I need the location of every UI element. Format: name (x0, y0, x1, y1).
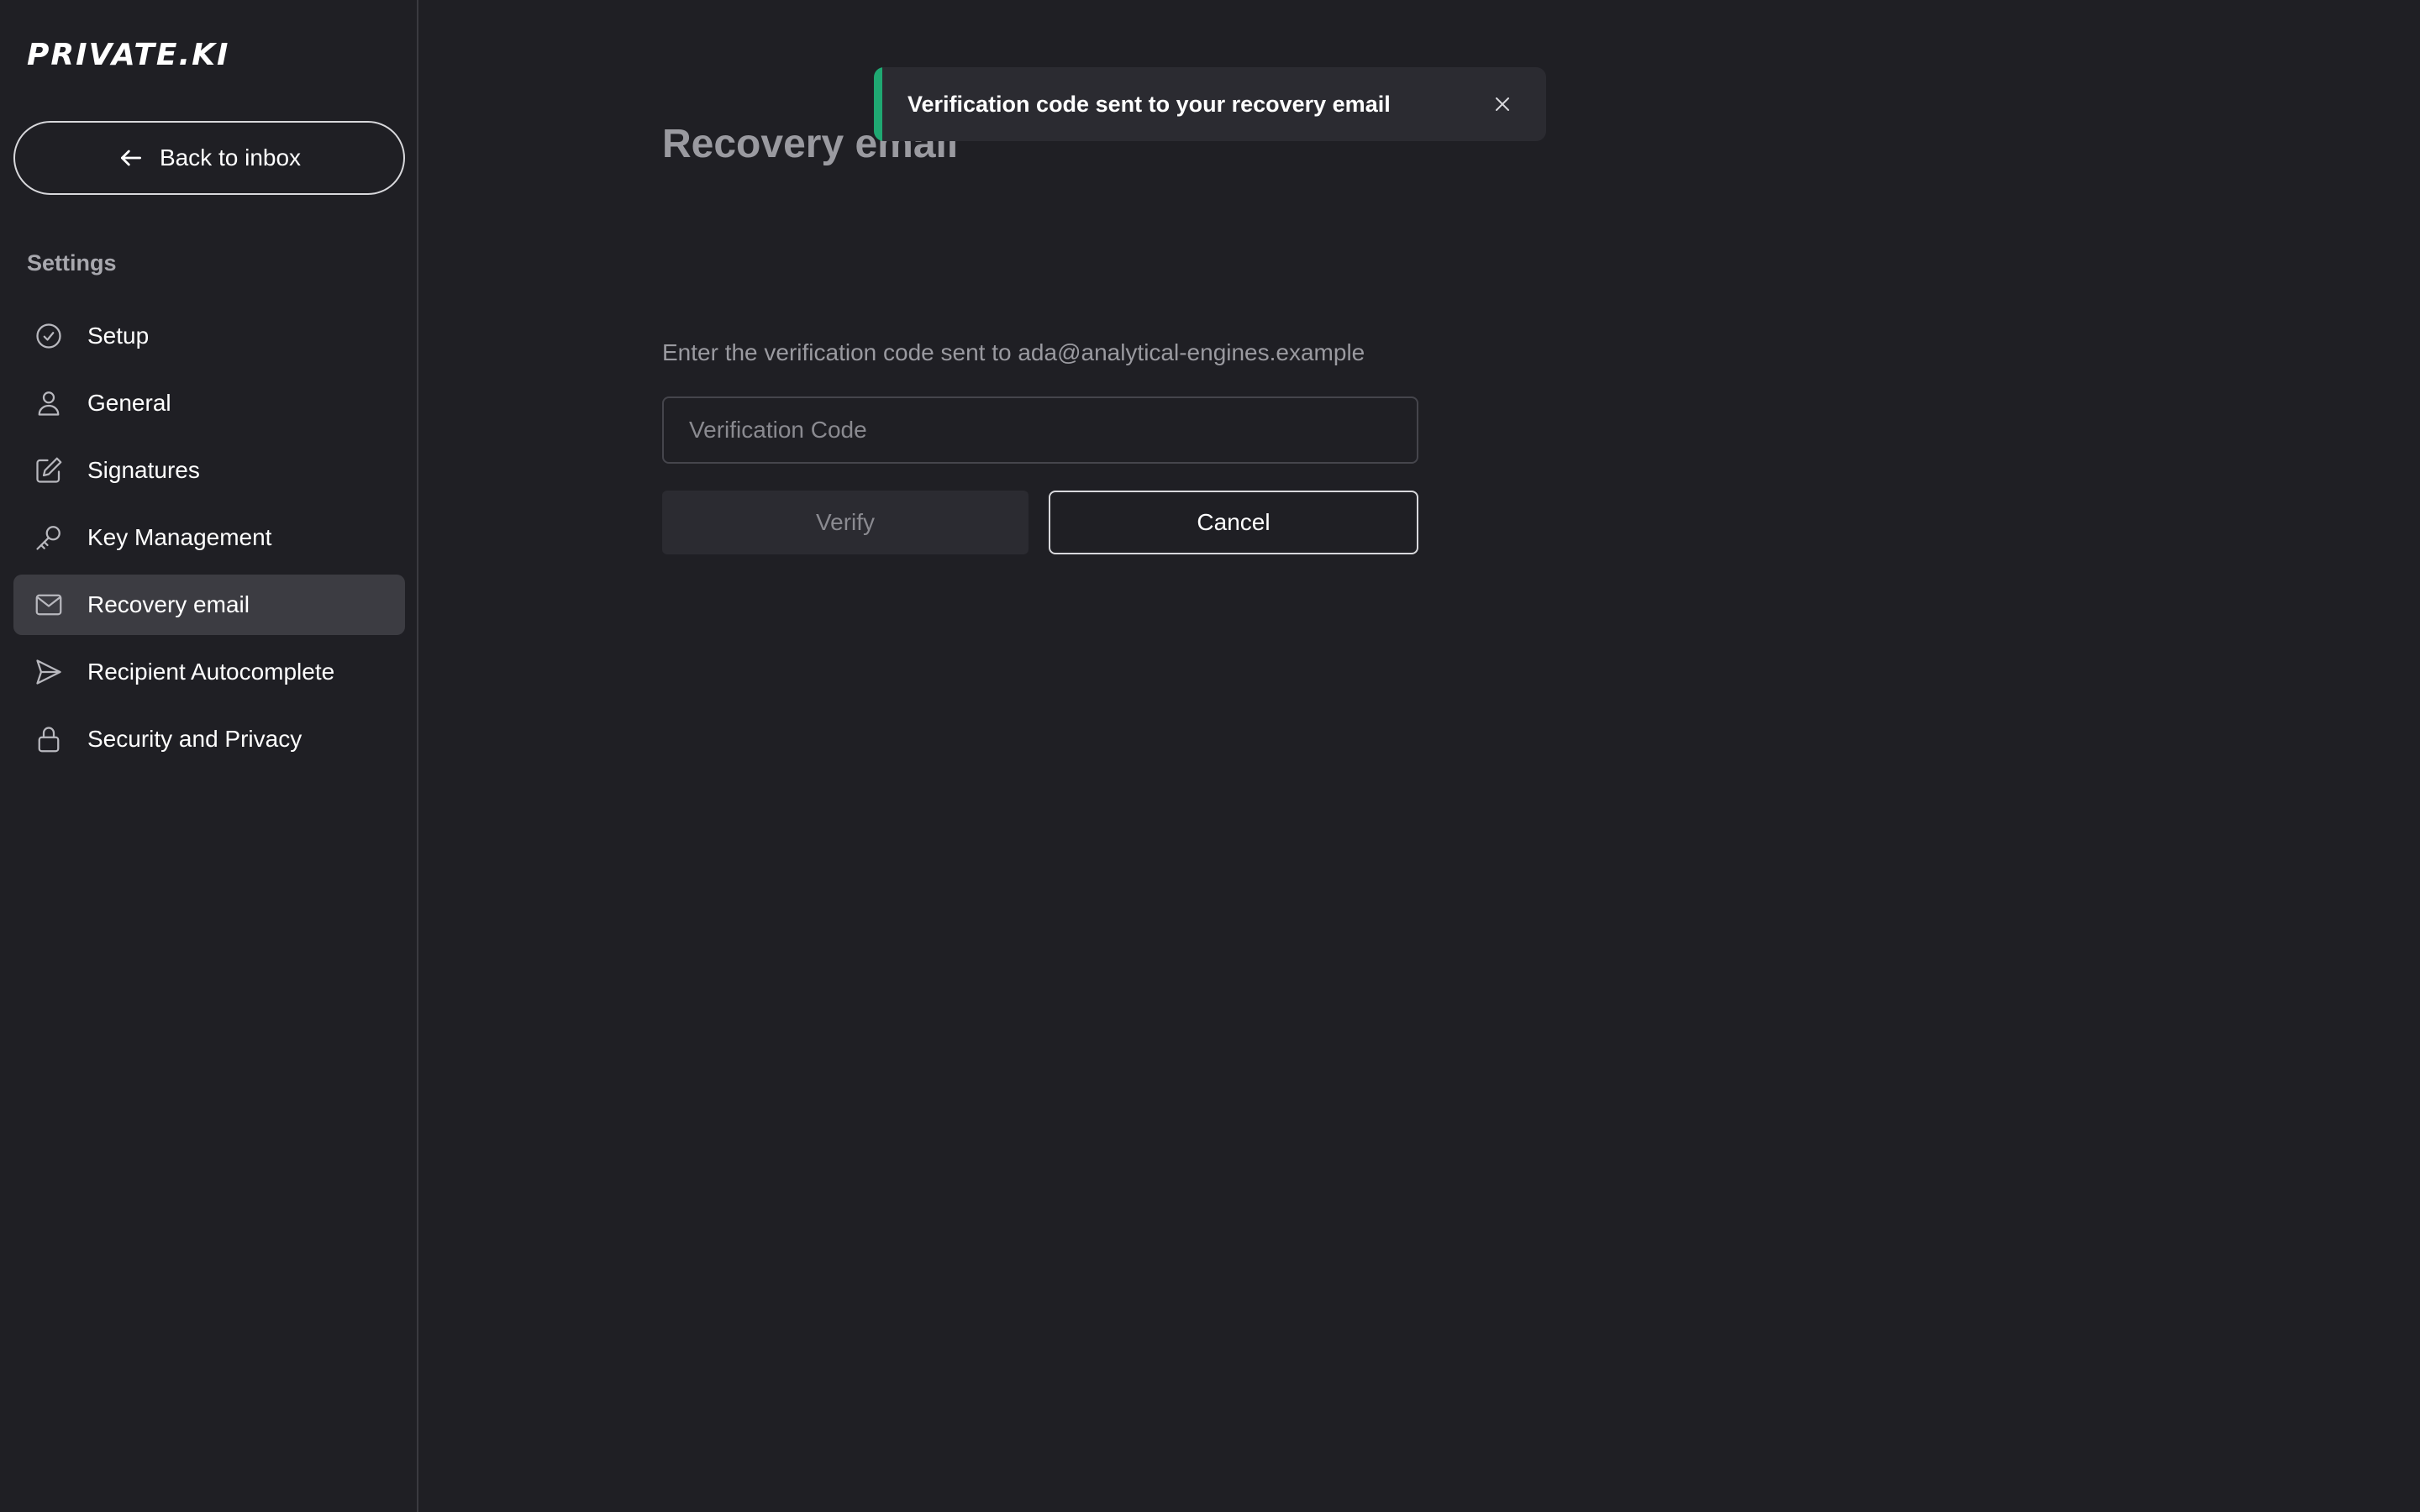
sidebar-item-label: Setup (87, 323, 150, 349)
back-to-inbox-label: Back to inbox (159, 144, 302, 171)
sidebar-item-recipient-autocomplete[interactable]: Recipient Autocomplete (13, 642, 405, 702)
sidebar-item-signatures[interactable]: Signatures (13, 440, 405, 501)
toast-accent-bar (874, 67, 882, 141)
close-icon (1496, 97, 1509, 111)
sidebar-item-security-and-privacy[interactable]: Security and Privacy (13, 709, 405, 769)
sidebar-item-label: Key Management (87, 524, 272, 550)
sidebar-item-label: Recovery email (87, 591, 250, 617)
sidebar-item-label: Security and Privacy (87, 726, 302, 752)
check-circle-icon (36, 323, 61, 349)
toast-close-button[interactable] (1489, 91, 1516, 118)
sidebar-item-label: Recipient Autocomplete (87, 659, 335, 685)
toast-notification: Verification code sent to your recovery … (874, 67, 1546, 141)
sidebar: PRIVATE.KI Back to inbox Settings Setup … (0, 0, 418, 1512)
cancel-button[interactable]: Cancel (1049, 491, 1418, 554)
key-icon (36, 526, 60, 550)
pencil-square-icon (36, 457, 62, 483)
user-icon (38, 391, 60, 416)
lock-icon (38, 727, 60, 753)
sidebar-item-setup[interactable]: Setup (13, 306, 405, 366)
verify-button[interactable]: Verify (662, 491, 1028, 554)
toast-message: Verification code sent to your recovery … (908, 91, 1391, 117)
back-to-inbox-button[interactable]: Back to inbox (13, 121, 405, 195)
verification-instruction: Enter the verification code sent to ada@… (662, 339, 1365, 365)
brand-logo[interactable]: PRIVATE.KI (27, 34, 229, 76)
envelope-icon (35, 594, 62, 616)
sidebar-item-general[interactable]: General (13, 373, 405, 433)
sidebar-item-key-management[interactable]: Key Management (13, 507, 405, 568)
app-root: PRIVATE.KI Back to inbox Settings Setup … (0, 0, 2420, 1512)
sidebar-item-label: Signatures (87, 457, 200, 483)
verification-code-input[interactable] (662, 396, 1418, 464)
settings-section-label: Settings (27, 250, 117, 276)
sidebar-item-recovery-email[interactable]: Recovery email (13, 575, 405, 635)
settings-nav: Setup General Signatures Key Management … (13, 306, 405, 776)
sidebar-item-label: General (87, 390, 171, 416)
send-icon (36, 659, 61, 685)
arrow-left-icon (120, 150, 141, 166)
